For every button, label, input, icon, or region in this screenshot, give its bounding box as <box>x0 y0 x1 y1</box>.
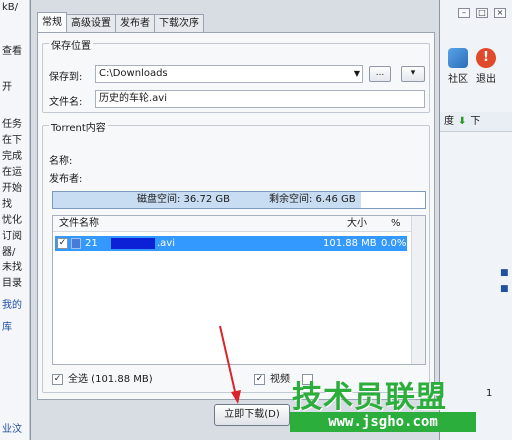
file-list-header: 文件名称 大小 % <box>53 216 425 232</box>
bg-fragment: 我的 <box>2 300 22 311</box>
free-space-text: 剩余空间: 6.46 GB <box>269 194 356 205</box>
save-location-title: 保存位置 <box>49 37 93 52</box>
column-filename[interactable]: 文件名称 <box>59 216 99 231</box>
column-percent[interactable]: % <box>391 216 401 231</box>
bg-fragment: kB/ <box>2 2 19 13</box>
close-icon[interactable]: × <box>494 8 506 18</box>
bg-fragment: 未找 <box>2 262 22 273</box>
disk-space-text: 磁盘空间: 36.72 GB <box>137 194 230 205</box>
dialog-tabs: 常规 高级设置 发布者 下载次序 <box>37 12 204 32</box>
torrent-content-title: Torrent内容 <box>49 119 108 134</box>
file-list-scrollbar[interactable] <box>411 216 425 364</box>
publisher-label: 发布者: <box>49 174 83 185</box>
file-row[interactable]: ✓ 21 .avi 101.88 MB 0.0% <box>55 236 407 251</box>
file-name-end: .avi <box>157 238 176 249</box>
save-to-label: 保存到: <box>49 72 83 83</box>
path-menu-button[interactable]: ▾ <box>401 66 425 82</box>
other-filter-checkbox[interactable] <box>302 374 313 385</box>
name-label: 名称: <box>49 156 73 167</box>
exit-label: 退出 <box>476 74 496 85</box>
community-button[interactable]: 社区 <box>448 48 468 85</box>
window-controls: – □ × <box>458 8 506 18</box>
bg-row-number: 1 <box>486 388 493 399</box>
background-column-header: 度 ⬇ 下 <box>440 112 512 132</box>
bg-fragment: 任务 <box>2 119 22 130</box>
column-download: 下 <box>470 116 481 127</box>
background-left-panel: kB/ 查看 开 任务 在下 完成 在运 开始 找 忧化 订阅 器/ 未找 目录… <box>0 0 30 440</box>
bg-fragment: 查看 <box>2 46 22 57</box>
filename-label: 文件名: <box>49 97 83 108</box>
add-torrent-dialog: 常规 高级设置 发布者 下载次序 保存位置 保存到: C:\Downloads … <box>30 0 440 440</box>
file-list: 文件名称 大小 % ✓ 21 .avi 101.88 MB 0.0% <box>52 215 426 365</box>
bg-fragment: 订阅 <box>2 231 22 242</box>
filename-input[interactable]: 历史的车轮.avi <box>95 90 425 108</box>
tab-advanced[interactable]: 高级设置 <box>66 14 116 32</box>
select-all-label[interactable]: 全选 (101.88 MB) <box>68 374 153 386</box>
column-size[interactable]: 大小 <box>347 216 367 231</box>
tab-publisher[interactable]: 发布者 <box>115 14 155 32</box>
bg-fragment: 目录 <box>2 278 22 289</box>
bg-fragment: 开 <box>2 82 12 93</box>
bg-fragment: 在下 <box>2 135 22 146</box>
file-checkbox[interactable]: ✓ <box>57 238 68 249</box>
general-panel: 保存位置 保存到: C:\Downloads ▼ ... ▾ 文件名: 历史的车… <box>37 32 435 400</box>
disk-space-bar: 磁盘空间: 36.72 GB 剩余空间: 6.46 GB <box>52 191 426 209</box>
tab-download-order[interactable]: 下载次序 <box>154 14 204 32</box>
community-icon <box>448 48 468 68</box>
bg-fragment: 找 <box>2 199 12 210</box>
tab-general[interactable]: 常规 <box>37 12 67 32</box>
bg-fragment: 在运 <box>2 167 22 178</box>
video-file-icon <box>71 238 81 249</box>
save-location-group: 保存位置 保存到: C:\Downloads ▼ ... ▾ 文件名: 历史的车… <box>42 37 430 113</box>
select-all-checkbox[interactable]: ✓ <box>52 374 63 385</box>
file-percent: 0.0% <box>381 238 407 249</box>
browse-button[interactable]: ... <box>369 66 391 82</box>
down-arrow-icon: ⬇ <box>458 116 467 127</box>
column-progress: 度 <box>444 116 454 127</box>
maximize-icon[interactable]: □ <box>476 8 488 18</box>
bg-fragment: 业汶 <box>2 424 22 435</box>
community-label: 社区 <box>448 74 468 85</box>
exit-icon: ! <box>476 48 496 68</box>
file-name-start: 21 <box>85 238 98 249</box>
save-path-value: C:\Downloads <box>99 68 168 79</box>
bg-fragment: 开始 <box>2 183 22 194</box>
file-size: 101.88 MB <box>323 238 377 249</box>
bg-marker-icon: ■ <box>500 284 509 294</box>
exit-button[interactable]: ! 退出 <box>476 48 496 85</box>
bg-fragment: 忧化 <box>2 215 22 226</box>
selection-row: ✓ 全选 (101.88 MB) ✓ 视频 <box>52 373 426 389</box>
minimize-icon[interactable]: – <box>458 8 470 18</box>
bg-fragment: 库 <box>2 322 12 333</box>
video-checkbox[interactable]: ✓ <box>254 374 265 385</box>
video-label[interactable]: 视频 <box>270 374 290 386</box>
bg-fragment: 完成 <box>2 151 22 162</box>
download-now-button[interactable]: 立即下载(D) <box>214 404 290 426</box>
obscured-text: 新任下载(I) <box>301 414 352 425</box>
save-path-combo[interactable]: C:\Downloads ▼ <box>95 65 363 83</box>
bg-fragment: 器/ <box>2 247 16 258</box>
chevron-down-icon[interactable]: ▼ <box>354 66 360 82</box>
redacted-filename <box>111 238 155 249</box>
bg-marker-icon: ■ <box>500 268 509 278</box>
